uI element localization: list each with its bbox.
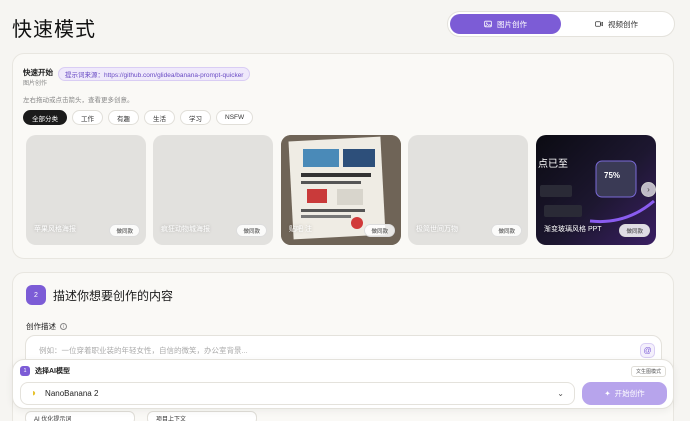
start-creation-button[interactable]: ✦ 开始创作	[582, 382, 667, 405]
model-label-text: 选择AI模型	[35, 368, 70, 375]
category-nsfw[interactable]: NSFW	[216, 110, 254, 125]
banana-icon: ◗	[31, 388, 38, 399]
video-icon	[595, 21, 603, 27]
prompt-placeholder: 例如：一位穿着职业装的年轻女性，自信的微笑，办公室背景...	[39, 346, 248, 355]
start-creation-label: 开始创作	[614, 389, 645, 398]
option-row: AI 优化提示词 项目上下文	[25, 411, 257, 421]
make-same-button[interactable]: 做同款	[109, 224, 140, 237]
tab-image-creation-label: 图片创作	[497, 19, 527, 29]
section-title: 描述你想要创作的内容	[53, 289, 174, 303]
model-select-value: NanoBanana 2	[45, 389, 99, 398]
at-mention-icon[interactable]: @	[640, 343, 655, 358]
model-select[interactable]: ◗ NanoBanana 2 ⌄	[20, 382, 575, 405]
image-icon	[484, 20, 492, 28]
template-caption: 贴吧 注	[289, 226, 312, 233]
page-title: 快速模式	[12, 17, 96, 41]
make-same-button[interactable]: 做同款	[236, 224, 267, 237]
template-card[interactable]: 贴吧 注 做同款	[281, 135, 401, 245]
template-card[interactable]: 疯狂动物城海报 做同款	[153, 135, 273, 245]
template-badge-text: 75%	[604, 171, 621, 180]
chevron-right-icon[interactable]: ›	[641, 182, 656, 197]
category-work[interactable]: 工作	[72, 110, 103, 125]
make-same-button[interactable]: 做同款	[491, 224, 522, 237]
chevron-down-icon: ⌄	[557, 389, 564, 398]
model-label: 1 选择AI模型	[20, 366, 70, 376]
template-card[interactable]: 极简世间万物 做同款	[408, 135, 528, 245]
make-same-button[interactable]: 做同款	[619, 224, 650, 237]
mode-switch: 图片创作 视频创作	[447, 11, 675, 37]
sparkle-icon: ✦	[604, 389, 611, 398]
prompt-source-link[interactable]: 提示词来源：https://github.com/glidea/banana-p…	[58, 67, 251, 81]
template-overlay-text: 点已至	[538, 159, 568, 170]
quick-start-title: 快速开始	[23, 68, 53, 77]
template-card[interactable]: 苹果风格海报 做同款	[26, 135, 146, 245]
make-same-button[interactable]: 做同款	[364, 224, 395, 237]
info-icon[interactable]: i	[60, 323, 67, 330]
field-label: 创作描述 i	[26, 321, 67, 332]
template-caption: 渐变玻璃风格 PPT	[544, 226, 602, 233]
project-context-button[interactable]: 项目上下文	[147, 411, 257, 421]
template-caption: 疯狂动物城海报	[161, 226, 210, 233]
scroll-hint: 左右拖动或点击箭头，查看更多创意。	[23, 97, 134, 104]
field-label-text: 创作描述	[26, 322, 56, 331]
model-bar: 1 选择AI模型 ◗ NanoBanana 2 ⌄ ✦ 开始创作	[12, 359, 674, 409]
ai-optimize-button[interactable]: AI 优化提示词	[25, 411, 135, 421]
tab-video-creation-label: 视频创作	[608, 19, 638, 29]
template-caption: 苹果风格海报	[34, 226, 76, 233]
tab-image-creation[interactable]: 图片创作	[450, 14, 561, 34]
step-badge: 2	[26, 285, 46, 305]
category-filter: 全部分类 工作 有趣 生活 学习 NSFW	[23, 110, 254, 125]
category-study[interactable]: 学习	[180, 110, 211, 125]
category-all[interactable]: 全部分类	[23, 110, 67, 125]
quick-start-subtitle: 图片创作	[23, 81, 48, 87]
mode-tag: 文生图模式	[631, 366, 667, 377]
category-life[interactable]: 生活	[144, 110, 175, 125]
quick-start-card: 快速开始 图片创作 提示词来源：https://github.com/glide…	[12, 53, 674, 259]
template-card[interactable]: 点已至 75% 渐变玻璃风格 PPT 做同款	[536, 135, 656, 245]
template-caption: 极简世间万物	[416, 226, 458, 233]
template-carousel: 苹果风格海报 做同款 疯狂动物城海报 做同款 贴吧 注 做同款 极简世间万物 做…	[23, 135, 667, 247]
tab-video-creation[interactable]: 视频创作	[561, 14, 672, 34]
category-fun[interactable]: 有趣	[108, 110, 139, 125]
model-step-badge: 1	[20, 366, 30, 376]
